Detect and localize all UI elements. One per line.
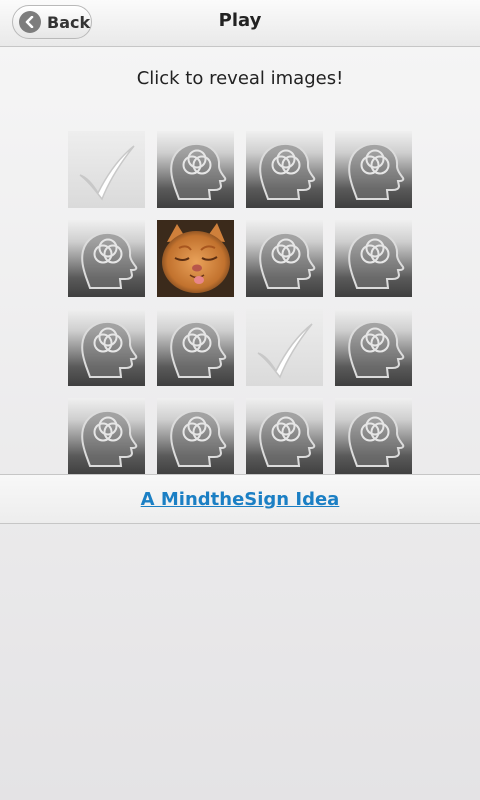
page-title: Play	[218, 10, 262, 31]
tile-hidden[interactable]	[68, 220, 145, 297]
tile-hidden[interactable]	[68, 398, 145, 474]
tile-hidden[interactable]	[335, 398, 412, 474]
tile-hidden[interactable]	[157, 398, 234, 474]
cat-image	[157, 220, 234, 297]
head-rings-icon	[170, 409, 227, 467]
tile-hidden[interactable]	[246, 220, 323, 297]
checkmark-icon	[79, 145, 135, 201]
tile-hidden[interactable]	[335, 220, 412, 297]
head-rings-icon	[348, 142, 405, 200]
tile-revealed[interactable]	[157, 220, 234, 297]
mindthesign-link[interactable]: A MindtheSign Idea	[141, 489, 340, 510]
tile-hidden[interactable]	[68, 309, 145, 386]
tile-hidden[interactable]	[246, 398, 323, 474]
head-rings-icon	[259, 142, 316, 200]
checkmark-icon	[257, 323, 313, 379]
head-rings-icon	[81, 409, 138, 467]
tile-hidden[interactable]	[335, 131, 412, 208]
tile-hidden[interactable]	[157, 309, 234, 386]
game-area: Click to reveal images!	[0, 48, 480, 474]
tile-matched[interactable]	[246, 309, 323, 386]
head-rings-icon	[170, 320, 227, 378]
head-rings-icon	[348, 231, 405, 289]
head-rings-icon	[259, 231, 316, 289]
tile-matched[interactable]	[68, 131, 145, 208]
head-rings-icon	[170, 142, 227, 200]
footer-bar: A MindtheSign Idea	[0, 474, 480, 524]
header-bar: Back Play	[0, 0, 480, 47]
head-rings-icon	[348, 409, 405, 467]
head-rings-icon	[81, 320, 138, 378]
tile-hidden[interactable]	[335, 309, 412, 386]
head-rings-icon	[348, 320, 405, 378]
head-rings-icon	[81, 231, 138, 289]
head-rings-icon	[259, 409, 316, 467]
tile-hidden[interactable]	[246, 131, 323, 208]
tile-hidden[interactable]	[157, 131, 234, 208]
instructions-text: Click to reveal images!	[136, 68, 344, 89]
